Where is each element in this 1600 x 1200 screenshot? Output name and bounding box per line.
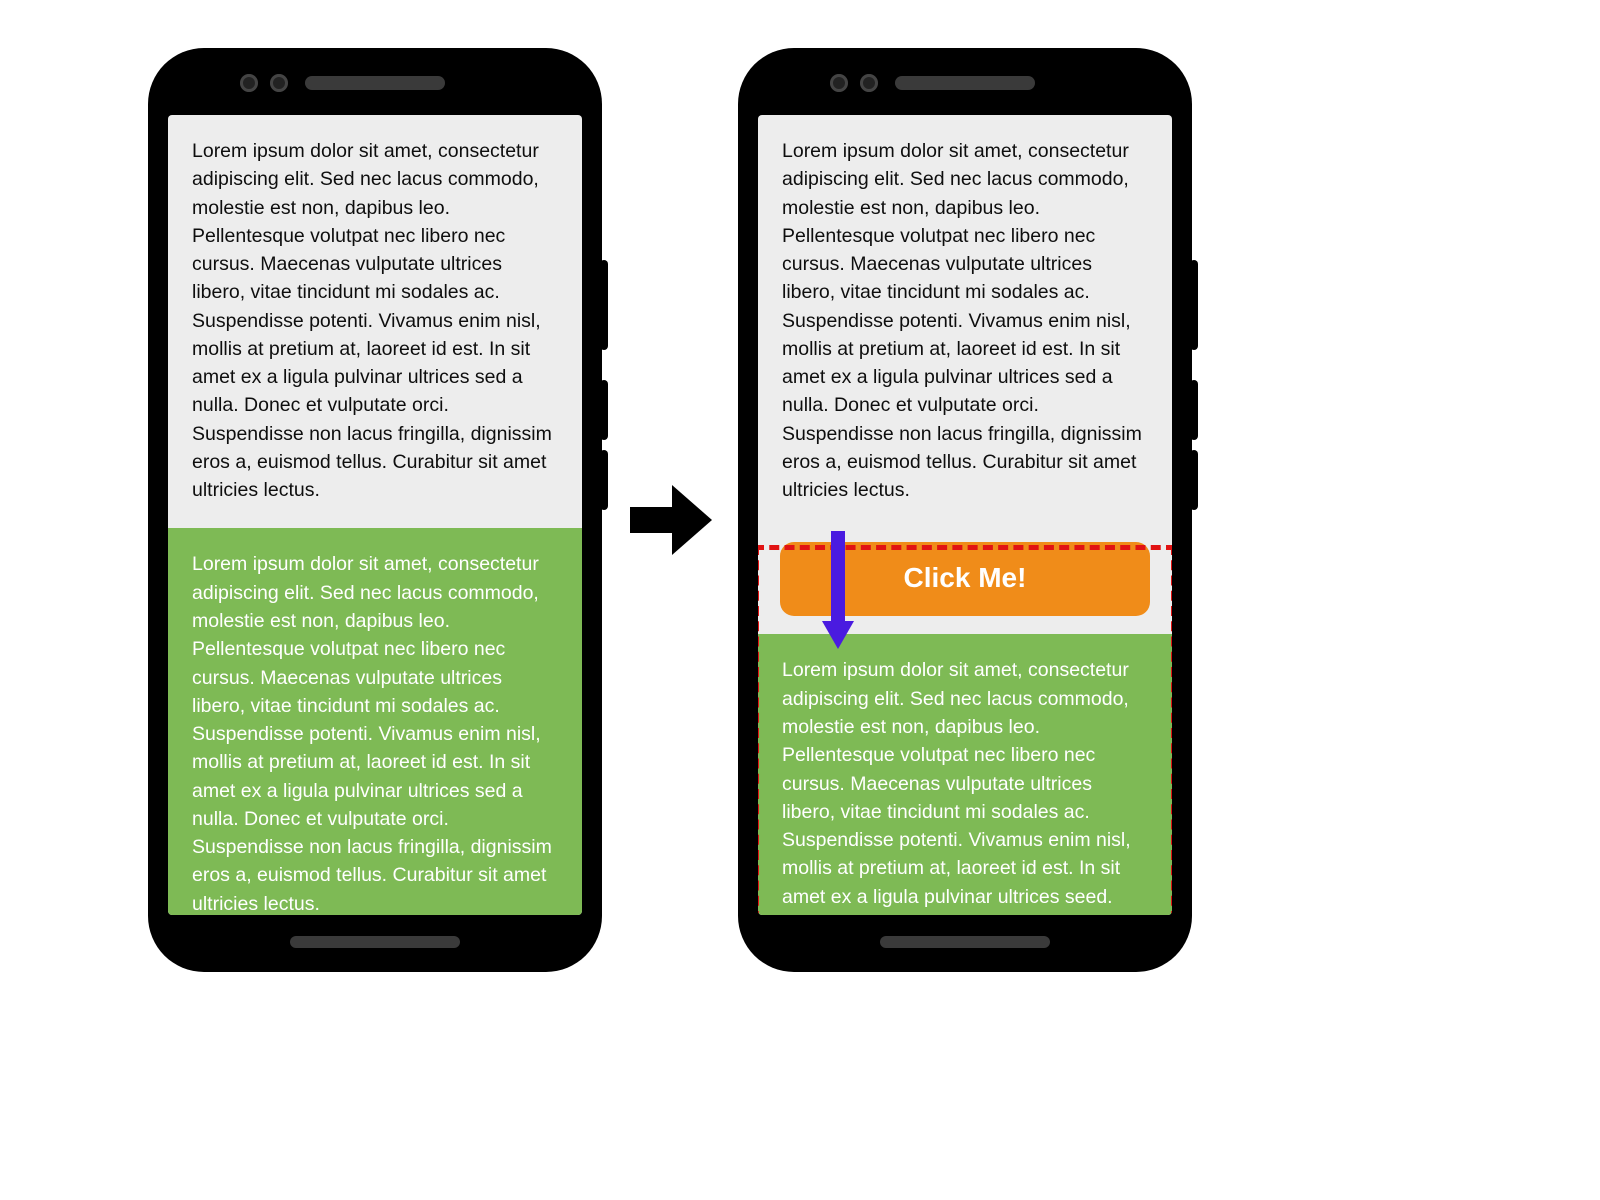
diagram-stage: Lorem ipsum dolor sit amet, consectetur … [0, 0, 1600, 1200]
front-camera-icon [860, 74, 878, 92]
front-sensor-icon [830, 74, 848, 92]
front-camera-icon [270, 74, 288, 92]
home-indicator-icon [880, 936, 1050, 948]
power-button-icon [600, 260, 608, 350]
earpiece-icon [305, 76, 445, 90]
volume-down-button-icon [1190, 450, 1198, 510]
after-top-paragraph: Lorem ipsum dolor sit amet, consectetur … [758, 115, 1172, 528]
phone-after: Lorem ipsum dolor sit amet, consectetur … [740, 50, 1190, 970]
front-sensor-icon [240, 74, 258, 92]
after-green-section: Lorem ipsum dolor sit amet, consectetur … [758, 634, 1172, 915]
click-me-button[interactable]: Click Me! [780, 542, 1150, 616]
before-green-section: Lorem ipsum dolor sit amet, consectetur … [168, 528, 582, 915]
phone-after-screen: Lorem ipsum dolor sit amet, consectetur … [758, 115, 1172, 915]
phone-before-screen: Lorem ipsum dolor sit amet, consectetur … [168, 115, 582, 915]
volume-down-button-icon [600, 450, 608, 510]
before-top-paragraph: Lorem ipsum dolor sit amet, consectetur … [168, 115, 582, 528]
after-bottom-paragraph: Lorem ipsum dolor sit amet, consectetur … [758, 634, 1172, 915]
transition-arrow-icon [630, 485, 710, 555]
volume-up-button-icon [600, 380, 608, 440]
volume-up-button-icon [1190, 380, 1198, 440]
phone-before: Lorem ipsum dolor sit amet, consectetur … [150, 50, 600, 970]
power-button-icon [1190, 260, 1198, 350]
before-bottom-paragraph: Lorem ipsum dolor sit amet, consectetur … [168, 528, 582, 915]
earpiece-icon [895, 76, 1035, 90]
injected-button-row: Click Me! [758, 528, 1172, 634]
home-indicator-icon [290, 936, 460, 948]
